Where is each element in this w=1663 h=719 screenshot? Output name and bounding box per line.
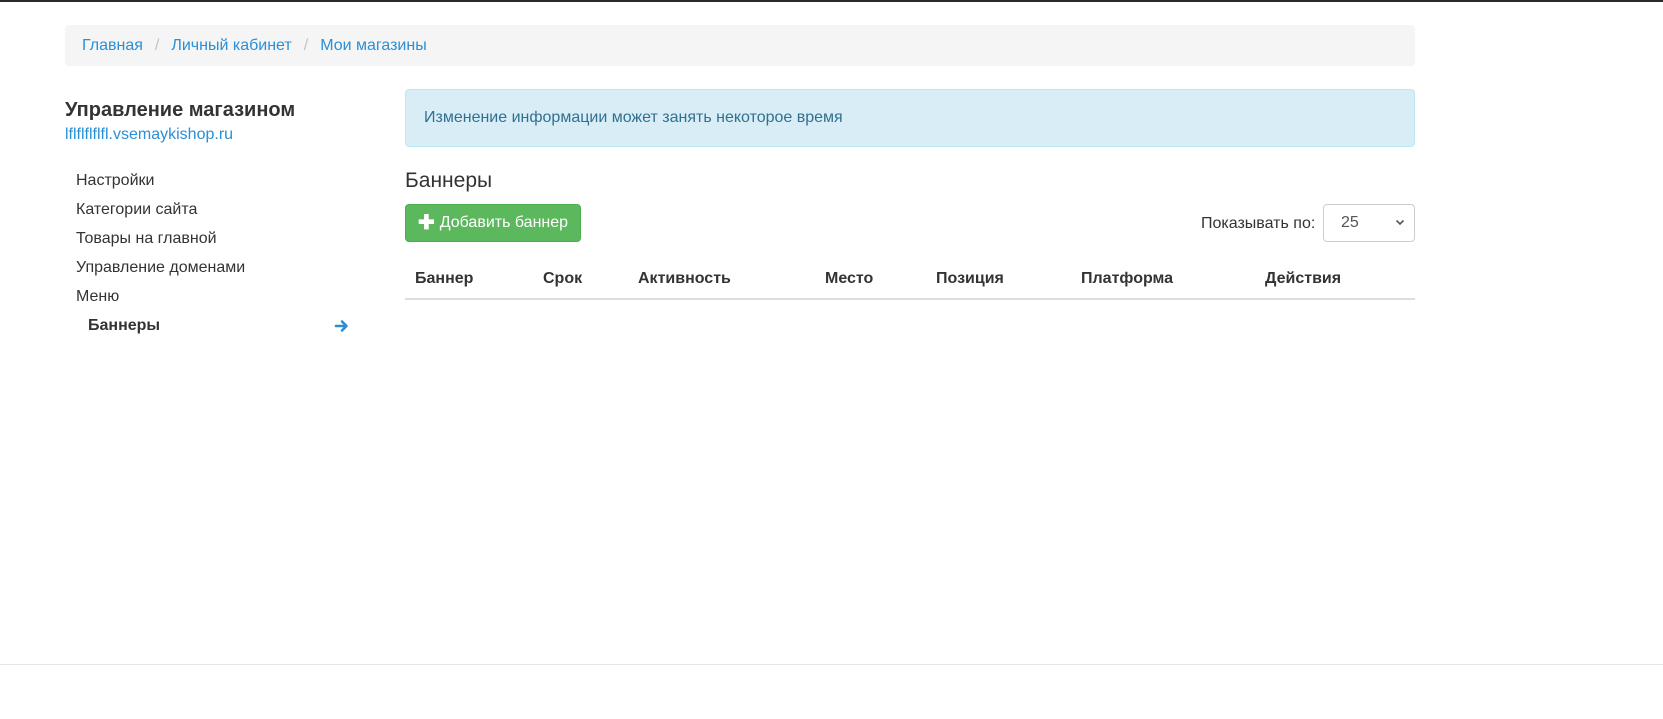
info-alert: Изменение информации может занять некото… bbox=[405, 89, 1415, 147]
per-page-label: Показывать по: bbox=[1201, 215, 1316, 232]
info-alert-text: Изменение информации может занять некото… bbox=[424, 109, 843, 126]
banners-table-header: Баннер Срок Активность Место Позиция Пла… bbox=[405, 260, 1415, 300]
breadcrumb-account-link[interactable]: Личный кабинет bbox=[171, 37, 291, 55]
sidebar: Управление магазином lflflflflfl.vsemayk… bbox=[65, 98, 360, 340]
breadcrumb-separator: / bbox=[303, 36, 309, 54]
column-place[interactable]: Место bbox=[825, 270, 873, 288]
sidebar-item-label: Баннеры bbox=[88, 317, 161, 334]
breadcrumb-separator: / bbox=[154, 36, 160, 54]
sidebar-title: Управление магазином bbox=[65, 99, 296, 121]
sidebar-menu: Настройки Категории сайта Товары на глав… bbox=[65, 166, 360, 340]
footer-divider bbox=[0, 664, 1663, 665]
add-banner-button[interactable]: ✚ Добавить баннер bbox=[405, 204, 581, 242]
page-title: Баннеры bbox=[405, 169, 493, 192]
column-banner[interactable]: Баннер bbox=[415, 270, 473, 288]
breadcrumb-home-link[interactable]: Главная bbox=[82, 37, 143, 55]
sidebar-item-domains[interactable]: Управление доменами bbox=[65, 253, 360, 282]
breadcrumb-shops-link[interactable]: Мои магазины bbox=[320, 37, 427, 55]
column-platform[interactable]: Платформа bbox=[1081, 270, 1173, 288]
per-page-value: 25 bbox=[1341, 214, 1359, 231]
column-term[interactable]: Срок bbox=[543, 270, 582, 288]
add-banner-label: Добавить баннер bbox=[439, 214, 569, 231]
chevron-down-icon bbox=[1395, 219, 1405, 226]
plus-icon: ✚ bbox=[417, 212, 435, 234]
sidebar-item-settings[interactable]: Настройки bbox=[65, 166, 360, 195]
column-actions[interactable]: Действия bbox=[1265, 270, 1341, 288]
per-page-select[interactable]: 25 bbox=[1323, 204, 1415, 242]
column-activity[interactable]: Активность bbox=[638, 270, 731, 288]
sidebar-item-menu[interactable]: Меню bbox=[65, 282, 360, 311]
breadcrumb: Главная / Личный кабинет / Мои магазины bbox=[65, 25, 1415, 66]
shop-domain-link[interactable]: lflflflflfl.vsemaykishop.ru bbox=[65, 126, 360, 144]
sidebar-item-featured-products[interactable]: Товары на главной bbox=[65, 224, 360, 253]
arrow-right-icon bbox=[334, 320, 348, 332]
sidebar-item-banners[interactable]: Баннеры bbox=[65, 311, 360, 340]
column-position[interactable]: Позиция bbox=[936, 270, 1004, 288]
sidebar-item-categories[interactable]: Категории сайта bbox=[65, 195, 360, 224]
